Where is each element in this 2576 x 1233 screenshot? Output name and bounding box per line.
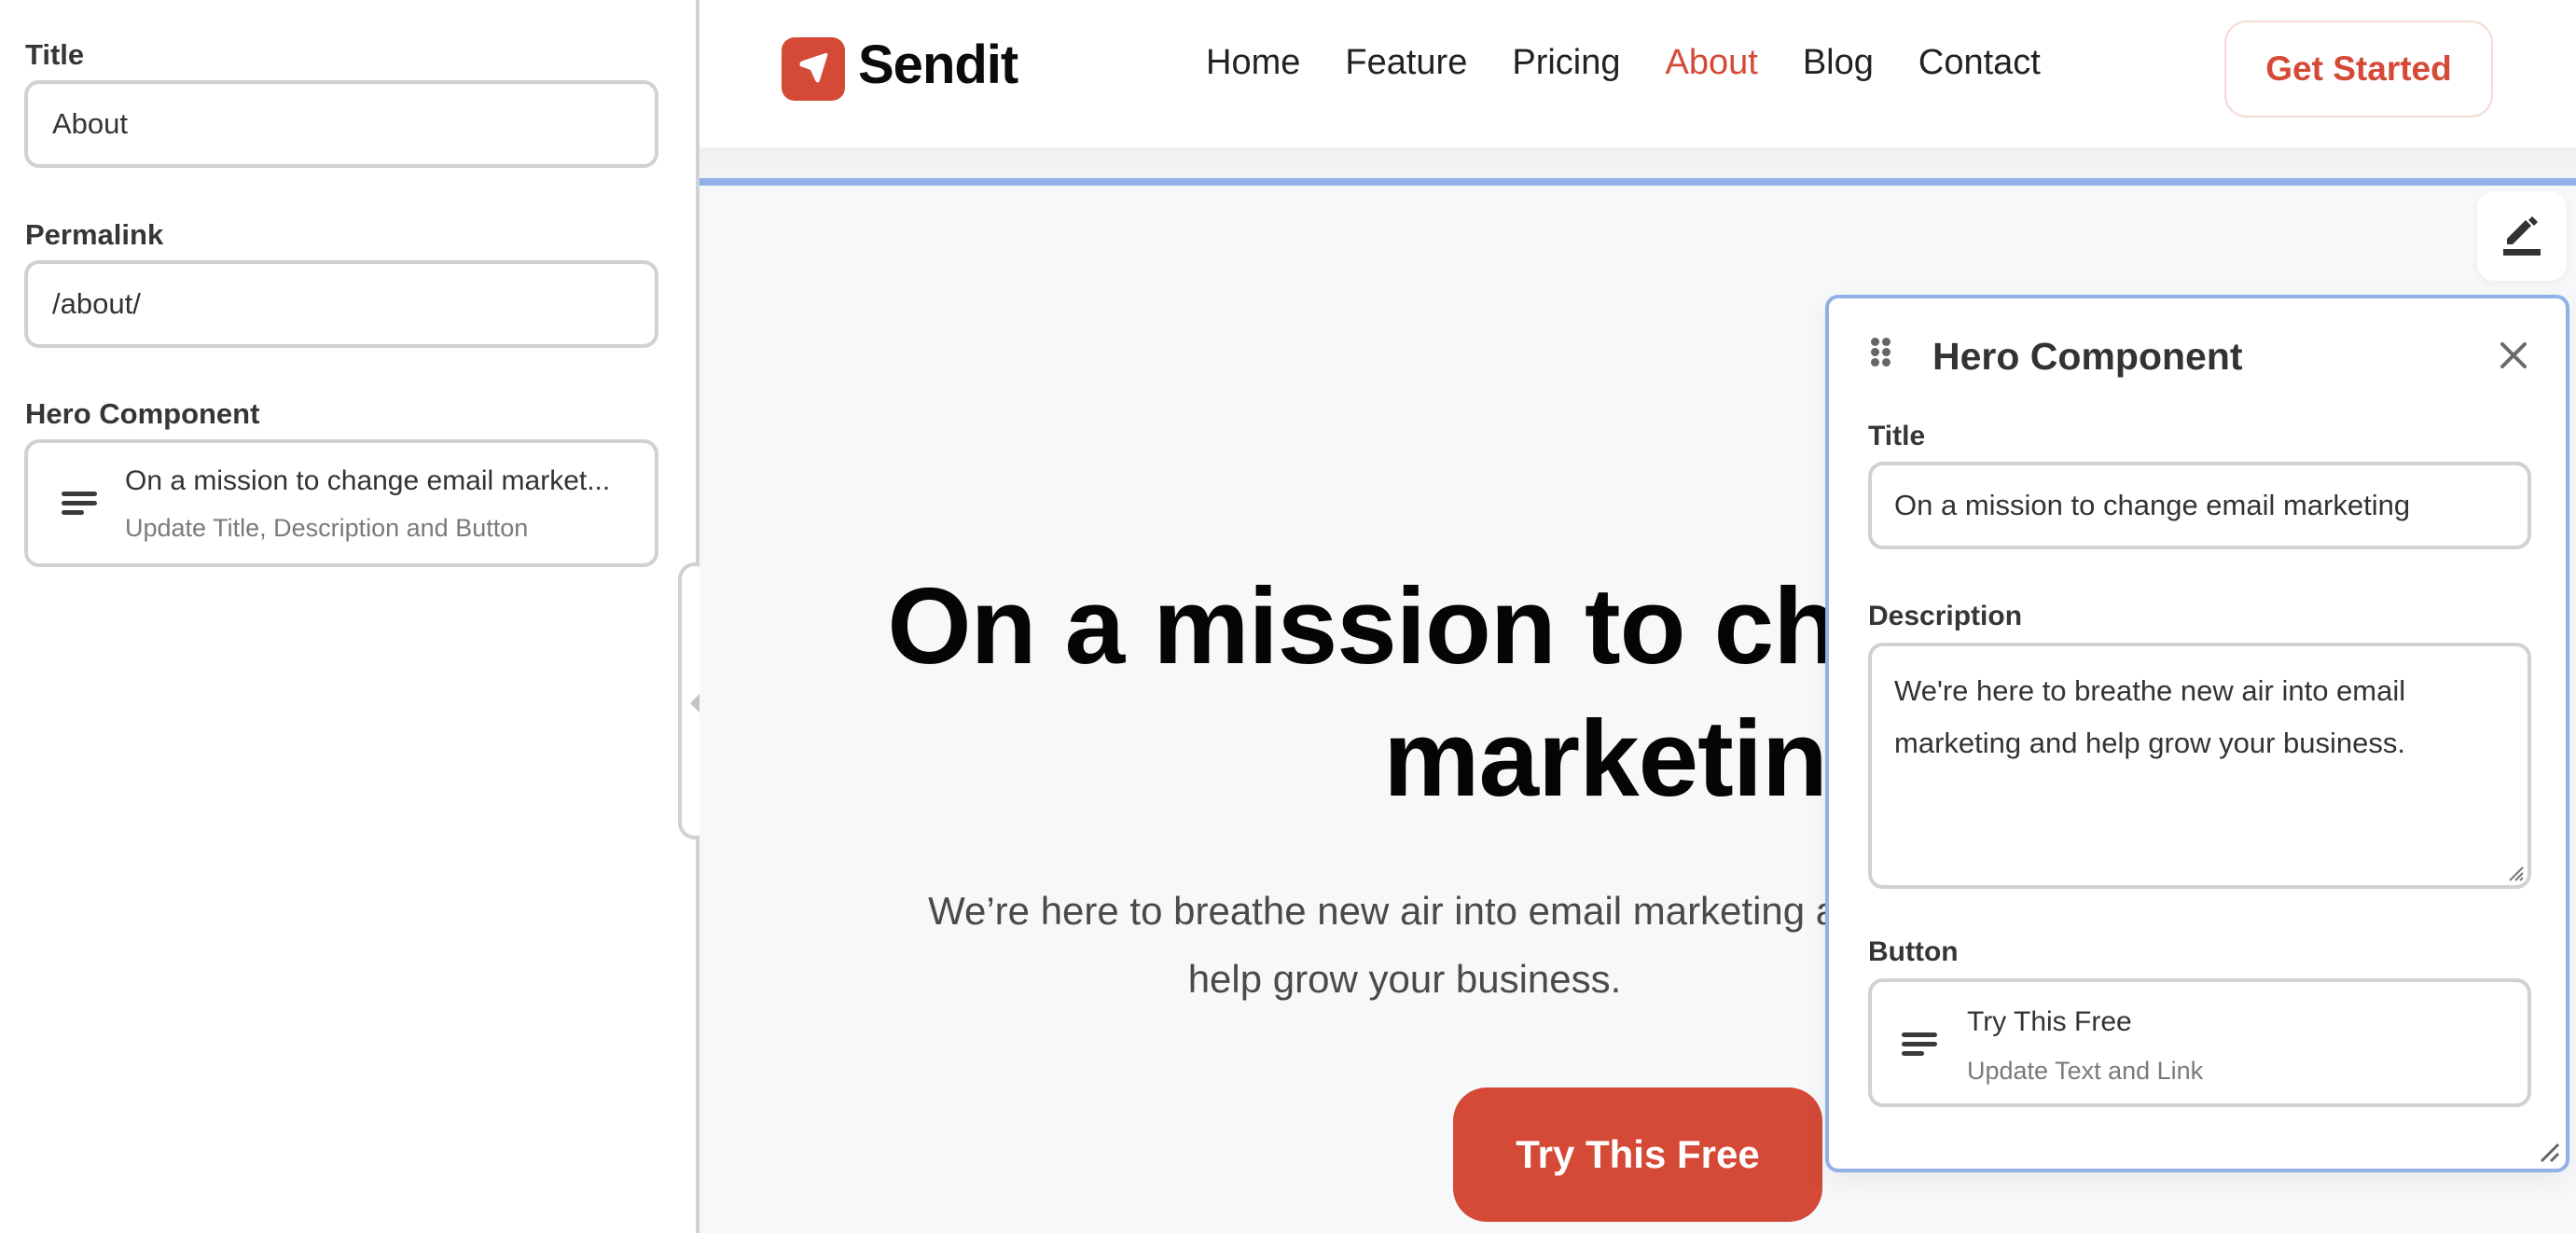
close-panel-button[interactable] — [2499, 340, 2528, 370]
button-settings-card[interactable]: Try This Free Update Text and Link — [1868, 978, 2531, 1107]
permalink-value: /about/ — [52, 287, 141, 320]
header-shadow — [699, 147, 2576, 178]
get-started-button[interactable]: Get Started — [2224, 21, 2493, 118]
text-lines-icon — [1902, 1032, 1937, 1057]
permalink-label: Permalink — [25, 218, 164, 251]
panel-resize-grip-icon[interactable] — [2538, 1141, 2560, 1163]
drag-handle-icon[interactable] — [1871, 338, 1891, 367]
chevron-left-icon — [690, 694, 699, 713]
hero-title-input[interactable]: On a mission to change email marketing — [1868, 462, 2531, 549]
edit-section-button[interactable] — [2477, 191, 2567, 281]
nav-pricing[interactable]: Pricing — [1512, 45, 1620, 80]
page-title-input[interactable]: About — [24, 80, 658, 168]
hero-title-input-value: On a mission to change email marketing — [1894, 489, 2411, 521]
nav-feature[interactable]: Feature — [1345, 45, 1467, 80]
try-free-button[interactable]: Try This Free — [1453, 1088, 1822, 1222]
site-header: Sendit Home Feature Pricing About Blog C… — [699, 0, 2576, 147]
panel-title-label: Title — [1868, 421, 1926, 451]
resize-grip-icon — [2509, 866, 2524, 881]
nav-blog[interactable]: Blog — [1803, 45, 1874, 80]
hero-component-panel: Hero Component Title On a mission to cha… — [1825, 295, 2569, 1172]
nav-about[interactable]: About — [1666, 45, 1758, 80]
panel-title: Hero Component — [1932, 335, 2243, 378]
close-icon — [2500, 342, 2527, 368]
panel-description-label: Description — [1868, 601, 2023, 631]
hero-component-label: Hero Component — [25, 397, 260, 430]
hero-description-value: We're here to breathe new air into email… — [1894, 674, 2406, 759]
button-card-subtitle: Update Text and Link — [1967, 1057, 2204, 1085]
hero-component-card[interactable]: On a mission to change email market... U… — [24, 439, 658, 567]
hero-component-card-title: On a mission to change email market... — [125, 465, 611, 496]
nav-contact[interactable]: Contact — [1918, 45, 2041, 80]
hero-description: We’re here to breathe new air into email… — [928, 889, 1881, 1001]
button-card-title: Try This Free — [1967, 1006, 2132, 1037]
text-lines-icon — [62, 492, 97, 516]
panel-button-label: Button — [1868, 936, 1959, 967]
title-label: Title — [25, 38, 85, 71]
section-selection-outline — [699, 178, 2576, 186]
pencil-icon — [2503, 216, 2541, 256]
brand-name[interactable]: Sendit — [858, 38, 1018, 92]
hero-description-textarea[interactable]: We're here to breathe new air into email… — [1868, 643, 2531, 889]
main-nav: Home Feature Pricing About Blog Contact — [1206, 45, 2085, 80]
editor-sidebar: Title About Permalink /about/ Hero Compo… — [0, 0, 698, 1233]
hero-component-card-subtitle: Update Title, Description and Button — [125, 514, 529, 542]
page-title-value: About — [52, 107, 129, 140]
permalink-input[interactable]: /about/ — [24, 260, 658, 348]
paper-plane-icon — [782, 37, 845, 101]
nav-home[interactable]: Home — [1206, 45, 1300, 80]
